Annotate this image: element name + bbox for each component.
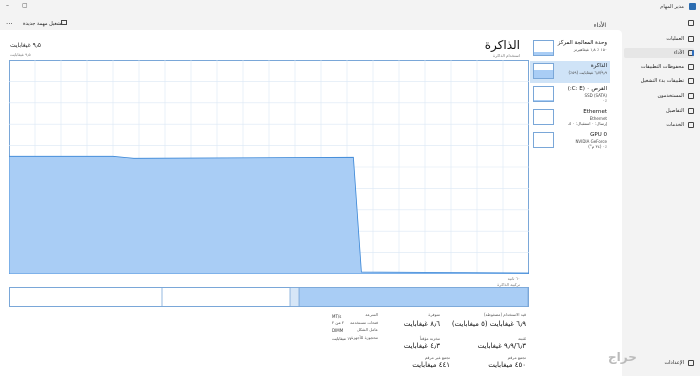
gear-icon (688, 360, 694, 366)
in-use-value: ٦٫٩ غيغابايت (٥ ميغابايت) (451, 320, 526, 328)
hamburger-icon (688, 20, 694, 26)
gpu-thumbnail (533, 132, 554, 148)
sidebar-item-app-history[interactable]: محفوظات التطبيقات (624, 62, 694, 72)
memory-usage-chart (9, 60, 529, 274)
sidebar-item-label: التفاصيل (665, 108, 684, 114)
app-icon (689, 3, 696, 10)
device-card-ethernet[interactable]: Ethernet Ethernet إرسال: ٠ استقبال: ٠ ك (530, 107, 610, 129)
memory-thumbnail (533, 63, 554, 79)
form-factor-value: DIMM (332, 328, 344, 333)
device-sub2: ٪٠ (602, 98, 607, 103)
paged-pool-value: ٤٥٠ ميغابايت (488, 361, 526, 369)
startup-icon (688, 78, 694, 84)
reserved-label: محجوزة للأجهزة (351, 335, 378, 340)
disk-thumbnail (533, 86, 554, 102)
device-name: الذاكرة (590, 63, 607, 69)
paged-pool-label: تجمع مرقم (507, 355, 526, 360)
ethernet-thumbnail (533, 109, 554, 125)
users-icon (688, 93, 694, 99)
sidebar-item-label: العمليات (666, 36, 684, 42)
reserved-value: ١٧٠ ميغابايت (332, 336, 354, 341)
run-task-button[interactable]: تشغيل مهمة جديدة (23, 21, 63, 27)
device-card-memory[interactable]: الذاكرة ٦٫٧/٩٫٩ غيغابايت (٥٩٪) (530, 61, 610, 83)
cached-value: ٤٫٣ غيغابايت (403, 342, 440, 350)
watermark: حراج (608, 350, 637, 364)
slots-label: فتحات مستخدمة (350, 320, 378, 325)
device-name: GPU 0 (590, 132, 607, 138)
available-label: متوفرة (428, 312, 440, 317)
sidebar: العمليات الأداء محفوظات التطبيقات تطبيقا… (622, 14, 700, 376)
device-sub2: ٪٠ (٣٤ م°) (588, 144, 607, 149)
cached-label: مخزنة مؤقتاً (419, 336, 440, 341)
nonpaged-pool-value: ٤٤١ ميغابايت (412, 361, 450, 369)
device-sub2: إرسال: ٠ استقبال: ٠ ك (568, 121, 607, 126)
history-icon (688, 64, 694, 70)
sidebar-item-services[interactable]: الخدمات (624, 120, 694, 130)
nonpaged-pool-label: تجمع غير مرقم (424, 355, 450, 360)
committed-label: مُثبتة (518, 336, 526, 341)
run-task-icon (61, 20, 67, 25)
form-factor-label: عامل الشكل (356, 327, 378, 332)
menu-icon[interactable] (624, 18, 694, 28)
in-use-label: قيد الاستخدام (مضغوطة) (483, 312, 526, 317)
device-sub: ٦٫٧/٩٫٩ غيغابايت (٥٩٪) (568, 70, 608, 75)
sidebar-item-processes[interactable]: العمليات (624, 34, 694, 44)
device-name: Ethernet (583, 109, 607, 115)
speed-unit: MT/s (332, 314, 342, 319)
sidebar-item-label: الأداء (673, 50, 684, 56)
sidebar-item-label: الإعدادات (664, 360, 684, 366)
memory-title: الذاكرة (484, 38, 520, 52)
page-title: الأداء (593, 22, 606, 29)
title-bar: مدير المهام – ▢ (0, 0, 700, 14)
device-card-cpu[interactable]: وحدة المعالجة المركز ١٥٠ ٪ ١٫٨ غيغاهيرتز (530, 38, 610, 60)
grid-icon (688, 36, 694, 42)
sidebar-item-users[interactable]: المستخدمون (624, 91, 694, 101)
sidebar-item-performance[interactable]: الأداء (624, 48, 694, 58)
sidebar-item-label: المستخدمون (657, 93, 684, 99)
committed-value: ٩٫٩/٦٫٣ غيغابايت (477, 342, 526, 350)
device-card-gpu[interactable]: GPU 0 NVIDIA GeForce ٪٠ (٣٤ م°) (530, 130, 610, 152)
memory-composition-bar (9, 287, 529, 307)
device-name: وحدة المعالجة المركز (557, 40, 607, 46)
slots-value: ٢ من ٢ (332, 320, 345, 325)
minimize-icon[interactable]: – (6, 2, 9, 9)
app-title: مدير المهام (660, 4, 684, 10)
device-sub: ١٥٠ ٪ ١٫٨ غيغاهيرتز (573, 47, 607, 52)
more-options-icon[interactable]: ... (6, 18, 13, 26)
device-name: القرص ٠ (C: E:) (567, 86, 607, 92)
chart-max-label: ٩٫٥ غيغابايت (10, 52, 31, 57)
sidebar-item-details[interactable]: التفاصيل (624, 106, 694, 116)
sidebar-item-label: الخدمات (666, 122, 684, 128)
cpu-thumbnail (533, 40, 554, 56)
sidebar-item-startup-apps[interactable]: تطبيقات بدء التشغيل (624, 76, 694, 86)
restore-icon[interactable]: ▢ (22, 2, 28, 9)
chart-caption: استخدام الذاكرة (493, 53, 520, 58)
memory-total: ٩٫٥ غيغابايت (10, 42, 42, 49)
sidebar-item-label: تطبيقات بدء التشغيل (640, 78, 684, 84)
speed-label: السرعة (365, 312, 378, 317)
device-card-disk[interactable]: القرص ٠ (C: E:) SSD (SATA) ٪٠ (530, 84, 610, 106)
services-icon (688, 122, 694, 128)
available-value: ٨٫٦ غيغابايت (403, 320, 440, 328)
performance-icon (688, 50, 694, 56)
x-axis-left-label: ٦٠ ثانية (507, 276, 520, 281)
sidebar-item-label: محفوظات التطبيقات (640, 64, 684, 70)
details-icon (688, 108, 694, 114)
toolbar: ... تشغيل مهمة جديدة (0, 18, 620, 30)
